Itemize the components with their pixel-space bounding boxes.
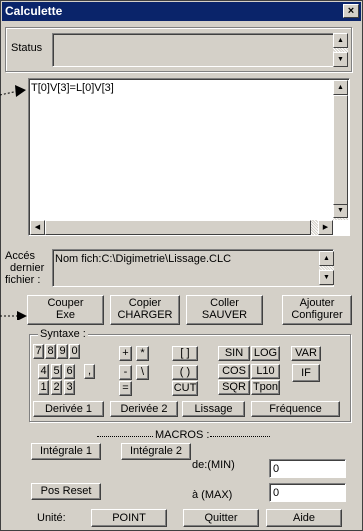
- macros-divider-left: [97, 436, 153, 437]
- digit-9-button[interactable]: 9: [57, 344, 68, 359]
- tpon-button[interactable]: Tpon: [251, 380, 280, 395]
- pointer-arrow-icon: [0, 85, 26, 97]
- a-max-input[interactable]: 0: [269, 483, 346, 502]
- brackets-button[interactable]: [ ]: [172, 346, 198, 361]
- digit-1-button[interactable]: 1: [38, 380, 49, 395]
- ajouter-configurer-button[interactable]: Ajouter Configurer: [282, 295, 352, 325]
- de-min-input[interactable]: 0: [269, 459, 346, 478]
- status-scroll-up-button[interactable]: ▲: [333, 33, 348, 48]
- file-label-line2: dernier: [10, 262, 45, 274]
- de-min-value: 0: [273, 463, 280, 475]
- editor-scroll-down-button[interactable]: ▼: [333, 203, 348, 218]
- editor-vertical-thumb[interactable]: [333, 95, 348, 205]
- log-button[interactable]: LOG: [251, 346, 280, 361]
- editor-horizontal-thumb[interactable]: [45, 220, 311, 235]
- times-button[interactable]: *: [136, 346, 149, 361]
- integrale2-button[interactable]: Intégrale 2: [121, 443, 191, 460]
- l10-button[interactable]: L10: [251, 364, 280, 379]
- var-button[interactable]: VAR: [291, 346, 321, 361]
- configurer-label: Configurer: [291, 309, 343, 321]
- file-scroll-up-button[interactable]: ▲: [319, 251, 334, 266]
- a-max-label: à (MAX): [192, 489, 233, 501]
- plus-button[interactable]: +: [119, 346, 132, 361]
- digit-6-button[interactable]: 6: [64, 364, 75, 379]
- digit-8-button[interactable]: 8: [45, 344, 56, 359]
- file-scroll-down-button[interactable]: ▼: [319, 270, 334, 285]
- file-path-text: Nom fich:C:\Digimetrie\Lissage.CLC: [55, 253, 232, 265]
- ajouter-label: Ajouter: [299, 297, 335, 309]
- integrale1-button[interactable]: Intégrale 1: [31, 443, 101, 460]
- quitter-button[interactable]: Quitter: [183, 509, 259, 527]
- sqr-button[interactable]: SQR: [218, 380, 250, 395]
- coller-sauver-button[interactable]: Coller SAUVER: [186, 295, 263, 325]
- de-min-label: de:(MIN): [192, 459, 235, 471]
- frequence-button[interactable]: Fréquence: [251, 401, 340, 417]
- editor-scroll-up-button[interactable]: ▲: [333, 80, 348, 95]
- exe-label: Exe: [56, 309, 75, 321]
- digit-5-button[interactable]: 5: [51, 364, 62, 379]
- copier-label: Copier: [128, 297, 162, 309]
- status-field: [52, 33, 335, 67]
- parens-button[interactable]: ( ): [172, 365, 198, 380]
- digit-0-button[interactable]: 0: [69, 344, 80, 359]
- macros-divider-right: [210, 436, 270, 437]
- sin-button[interactable]: SIN: [218, 346, 250, 361]
- cos-button[interactable]: COS: [218, 364, 250, 379]
- syntax-title: Syntaxe :: [38, 328, 88, 340]
- coller-label: Coller: [210, 297, 239, 309]
- macros-title: MACROS :: [155, 429, 210, 441]
- lissage-button[interactable]: Lissage: [182, 401, 245, 417]
- editor-scroll-left-button[interactable]: ◀: [30, 220, 45, 235]
- derivee1-button[interactable]: Derivée 1: [33, 401, 104, 417]
- minus-button[interactable]: -: [119, 365, 132, 380]
- comma-button[interactable]: ,: [84, 364, 95, 379]
- title-bar[interactable]: Calculette ×: [2, 2, 361, 21]
- status-label: Status: [11, 42, 43, 54]
- couper-label: Couper: [47, 297, 84, 309]
- couper-exe-button[interactable]: Couper Exe: [27, 295, 104, 325]
- if-button[interactable]: IF: [292, 364, 320, 382]
- status-scroll-down-button[interactable]: ▼: [333, 52, 348, 67]
- charger-label: CHARGER: [117, 309, 173, 321]
- backslash-button[interactable]: \: [136, 365, 149, 380]
- sauver-label: SAUVER: [201, 309, 248, 321]
- window-title: Calculette: [5, 4, 63, 18]
- aide-button[interactable]: Aide: [266, 509, 342, 527]
- unite-label: Unité:: [37, 512, 66, 524]
- derivee2-button[interactable]: Derivée 2: [110, 401, 178, 417]
- close-button[interactable]: ×: [343, 4, 359, 18]
- file-label-line3: fichier :: [5, 274, 41, 286]
- point-button[interactable]: POINT: [91, 509, 167, 527]
- a-max-value: 0: [273, 487, 280, 499]
- copier-charger-button[interactable]: Copier CHARGER: [110, 295, 180, 325]
- file-label-line1: Accés: [5, 250, 35, 262]
- file-access-label: Accés dernier fichier :: [5, 250, 44, 286]
- editor-text: T[0]V[3]=L[0]V[3]: [31, 82, 114, 94]
- digit-7-button[interactable]: 7: [33, 344, 44, 359]
- editor-scroll-right-button[interactable]: ▶: [318, 220, 333, 235]
- digit-3-button[interactable]: 3: [64, 380, 75, 395]
- cut-button[interactable]: CUT: [172, 381, 198, 396]
- formula-editor[interactable]: T[0]V[3]=L[0]V[3]: [28, 78, 350, 236]
- digit-2-button[interactable]: 2: [51, 380, 62, 395]
- file-path-field: Nom fich:C:\Digimetrie\Lissage.CLC: [52, 249, 334, 287]
- pointer-arrow-icon: [0, 311, 27, 320]
- equals-button[interactable]: =: [119, 381, 132, 396]
- pos-reset-button[interactable]: Pos Reset: [31, 483, 101, 500]
- digit-4-button[interactable]: 4: [38, 364, 49, 379]
